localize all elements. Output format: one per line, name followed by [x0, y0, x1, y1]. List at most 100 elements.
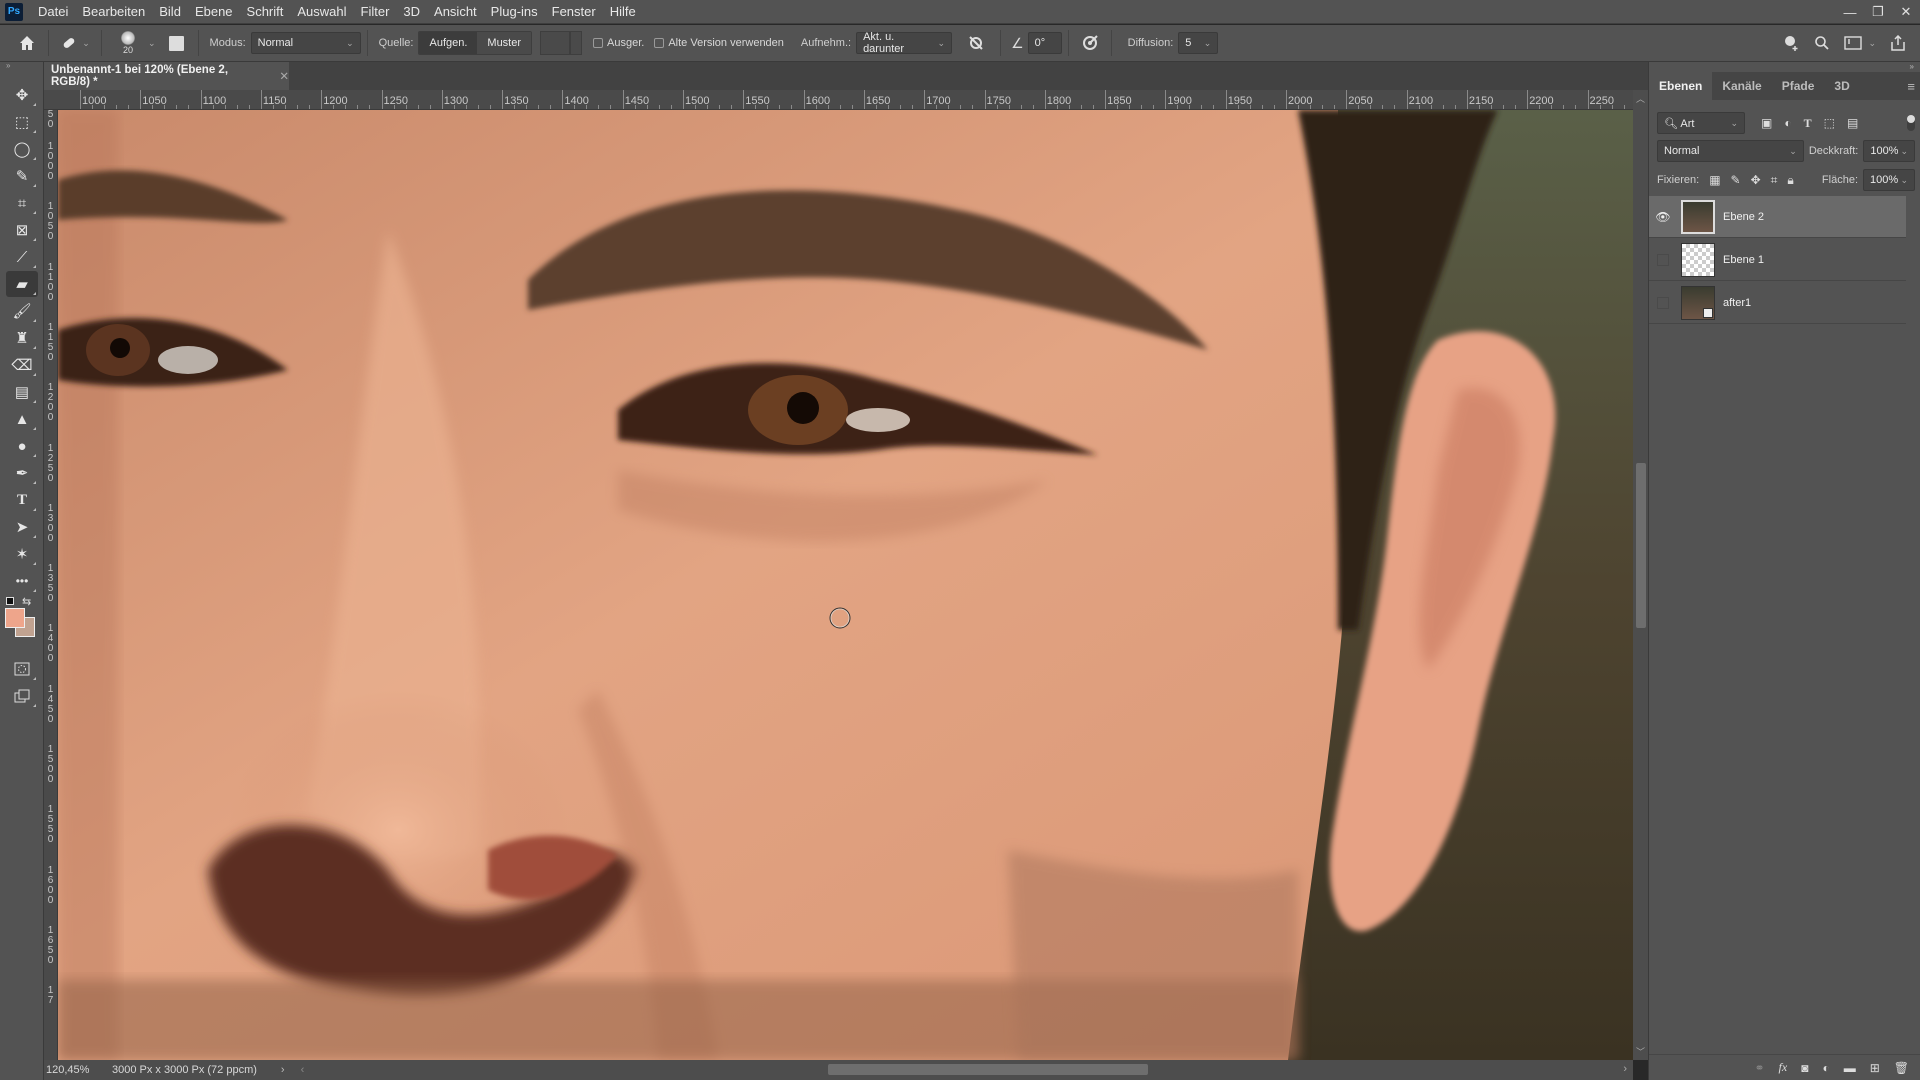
document-tab[interactable]: Unbenannt-1 bei 120% (Ebene 2, RGB/8) * … [44, 62, 289, 90]
layer-visibility-toggle[interactable]: 👁︎ [1649, 210, 1677, 224]
tool-quick-selection[interactable]: ✎ [6, 163, 38, 189]
tool-type[interactable]: T [6, 487, 38, 513]
pressure-size-button[interactable] [1075, 34, 1105, 52]
new-layer-icon[interactable]: ⊞ [1870, 1061, 1880, 1075]
filter-shape-icon[interactable]: ⬚ [1824, 116, 1835, 131]
clone-source-panel-button[interactable] [162, 35, 192, 51]
ignore-adjustment-layers-button[interactable] [958, 35, 994, 51]
lock-all-icon[interactable]: 🔒︎ [1787, 173, 1793, 188]
close-tab-icon[interactable]: ✕ [279, 69, 289, 83]
tool-crop[interactable]: ⌗ [6, 190, 38, 216]
layer-row[interactable]: Ebene 1 [1649, 239, 1906, 281]
sample-dropdown[interactable]: Akt. u. darunter ⌄ [856, 31, 953, 55]
invite-user-button[interactable] [1782, 34, 1800, 52]
document-canvas[interactable] [58, 110, 1633, 1060]
link-layers-icon[interactable]: ⚭ [1754, 1061, 1764, 1075]
scroll-up-icon[interactable]: ︿ [1636, 92, 1645, 105]
layer-filter-dropdown[interactable]: 🔍︎ Art ⌄ [1657, 112, 1745, 134]
diffusion-input[interactable]: 5 ⌄ [1178, 32, 1219, 54]
lock-artboard-icon[interactable]: ⌗ [1771, 173, 1778, 188]
collapse-panel-icon[interactable]: » [1910, 62, 1914, 71]
workspace-button[interactable]: ⌄ [1844, 36, 1876, 50]
menu-bearbeiten[interactable]: Bearbeiten [75, 0, 152, 24]
lock-position-icon[interactable]: ✥ [1751, 173, 1761, 188]
menu-filter[interactable]: Filter [354, 0, 397, 24]
aligned-checkbox[interactable]: Ausger. [593, 37, 644, 49]
pattern-dropdown[interactable] [570, 31, 583, 55]
restore-button[interactable]: ❐ [1864, 0, 1892, 24]
tool-frame[interactable]: ⊠ [6, 217, 38, 243]
blend-mode-dropdown[interactable]: Normal ⌄ [1657, 140, 1804, 162]
zoom-level[interactable]: 120,45% [46, 1064, 92, 1076]
menu-ebene[interactable]: Ebene [188, 0, 240, 24]
vertical-scrollbar[interactable]: ︿ ﹀ [1633, 90, 1648, 1060]
tool-dodge[interactable]: ● [6, 433, 38, 459]
collapse-toolbar-icon[interactable]: » [0, 62, 43, 72]
menu-bild[interactable]: Bild [152, 0, 188, 24]
search-button[interactable] [1814, 35, 1830, 51]
status-menu-arrow-icon[interactable]: › [281, 1064, 285, 1076]
scroll-down-icon[interactable]: ﹀ [1636, 1045, 1645, 1058]
quick-mask-button[interactable] [6, 656, 38, 682]
lock-transparency-icon[interactable]: ▦ [1709, 173, 1720, 188]
delete-layer-icon[interactable]: 🗑︎ [1894, 1061, 1909, 1075]
tool-path-selection[interactable]: ➤ [6, 514, 38, 540]
home-button[interactable] [12, 35, 42, 51]
tool-blur[interactable]: ▲ [6, 406, 38, 432]
menu-fenster[interactable]: Fenster [545, 0, 603, 24]
screen-mode-button[interactable] [6, 683, 38, 709]
tool-gradient[interactable]: ▤ [6, 379, 38, 405]
scroll-right-icon[interactable]: › [1623, 1063, 1627, 1075]
tool-marquee[interactable]: ⬚ [6, 109, 38, 135]
menu-3d[interactable]: 3D [396, 0, 427, 24]
tool-eraser[interactable]: ⌫ [6, 352, 38, 378]
tool-custom-shape[interactable]: ✶ [6, 541, 38, 567]
tool-healing-brush[interactable]: ▰ [6, 271, 38, 297]
panel-menu-icon[interactable]: ≡ [1907, 72, 1915, 100]
pattern-swatch[interactable] [540, 31, 571, 55]
angle-input[interactable]: 0° [1027, 32, 1062, 54]
layer-row[interactable]: after1 [1649, 282, 1906, 324]
tab-3d[interactable]: 3D [1824, 72, 1859, 100]
lock-pixels-icon[interactable]: ✎ [1731, 173, 1741, 188]
tool-clone-stamp[interactable]: ♜ [6, 325, 38, 351]
foreground-color-swatch[interactable] [5, 608, 25, 628]
source-pattern-button[interactable]: Muster [477, 32, 532, 54]
layer-name[interactable]: Ebene 2 [1723, 211, 1764, 223]
menu-datei[interactable]: Datei [31, 0, 75, 24]
filter-adjustment-icon[interactable]: ◐ [1784, 116, 1791, 131]
layer-visibility-toggle[interactable] [1649, 253, 1677, 266]
layer-row[interactable]: 👁︎ Ebene 2 [1649, 196, 1906, 238]
tab-channels[interactable]: Kanäle [1712, 72, 1771, 100]
default-colors-icon[interactable] [6, 597, 14, 605]
share-button[interactable] [1890, 35, 1906, 51]
tab-paths[interactable]: Pfade [1772, 72, 1825, 100]
legacy-checkbox[interactable]: Alte Version verwenden [654, 37, 784, 49]
source-sampled-button[interactable]: Aufgen. [419, 32, 478, 54]
tool-pen[interactable]: ✒ [6, 460, 38, 486]
layer-style-icon[interactable]: fx [1779, 1060, 1788, 1075]
filter-smartobject-icon[interactable]: ▤ [1847, 116, 1858, 131]
tool-preset-picker[interactable]: ⌄ [55, 34, 95, 52]
filter-toggle[interactable] [1907, 115, 1915, 131]
layer-name[interactable]: Ebene 1 [1723, 254, 1764, 266]
menu-ansicht[interactable]: Ansicht [427, 0, 484, 24]
filter-pixel-icon[interactable]: ▣ [1761, 116, 1772, 131]
tool-brush[interactable]: 🖌︎ [6, 298, 38, 324]
minimize-button[interactable]: — [1836, 0, 1864, 24]
tool-eyedropper[interactable]: ⟋ [6, 244, 38, 270]
close-window-button[interactable]: ✕ [1892, 0, 1920, 24]
adjustment-layer-icon[interactable]: ◐ [1822, 1061, 1829, 1075]
layer-visibility-toggle[interactable] [1649, 296, 1677, 309]
menu-plug-ins[interactable]: Plug-ins [484, 0, 545, 24]
tab-layers[interactable]: Ebenen [1649, 72, 1713, 100]
filter-type-icon[interactable]: T [1804, 116, 1812, 131]
tool-more[interactable]: ••• [6, 568, 38, 594]
add-mask-icon[interactable]: ◙ [1801, 1061, 1808, 1075]
brush-picker[interactable]: 20 [108, 31, 148, 55]
tool-move[interactable]: ✥ [6, 82, 38, 108]
opacity-input[interactable]: 100% ⌄ [1863, 140, 1915, 162]
menu-schrift[interactable]: Schrift [240, 0, 291, 24]
menu-auswahl[interactable]: Auswahl [290, 0, 353, 24]
tool-lasso[interactable]: ◯ [6, 136, 38, 162]
